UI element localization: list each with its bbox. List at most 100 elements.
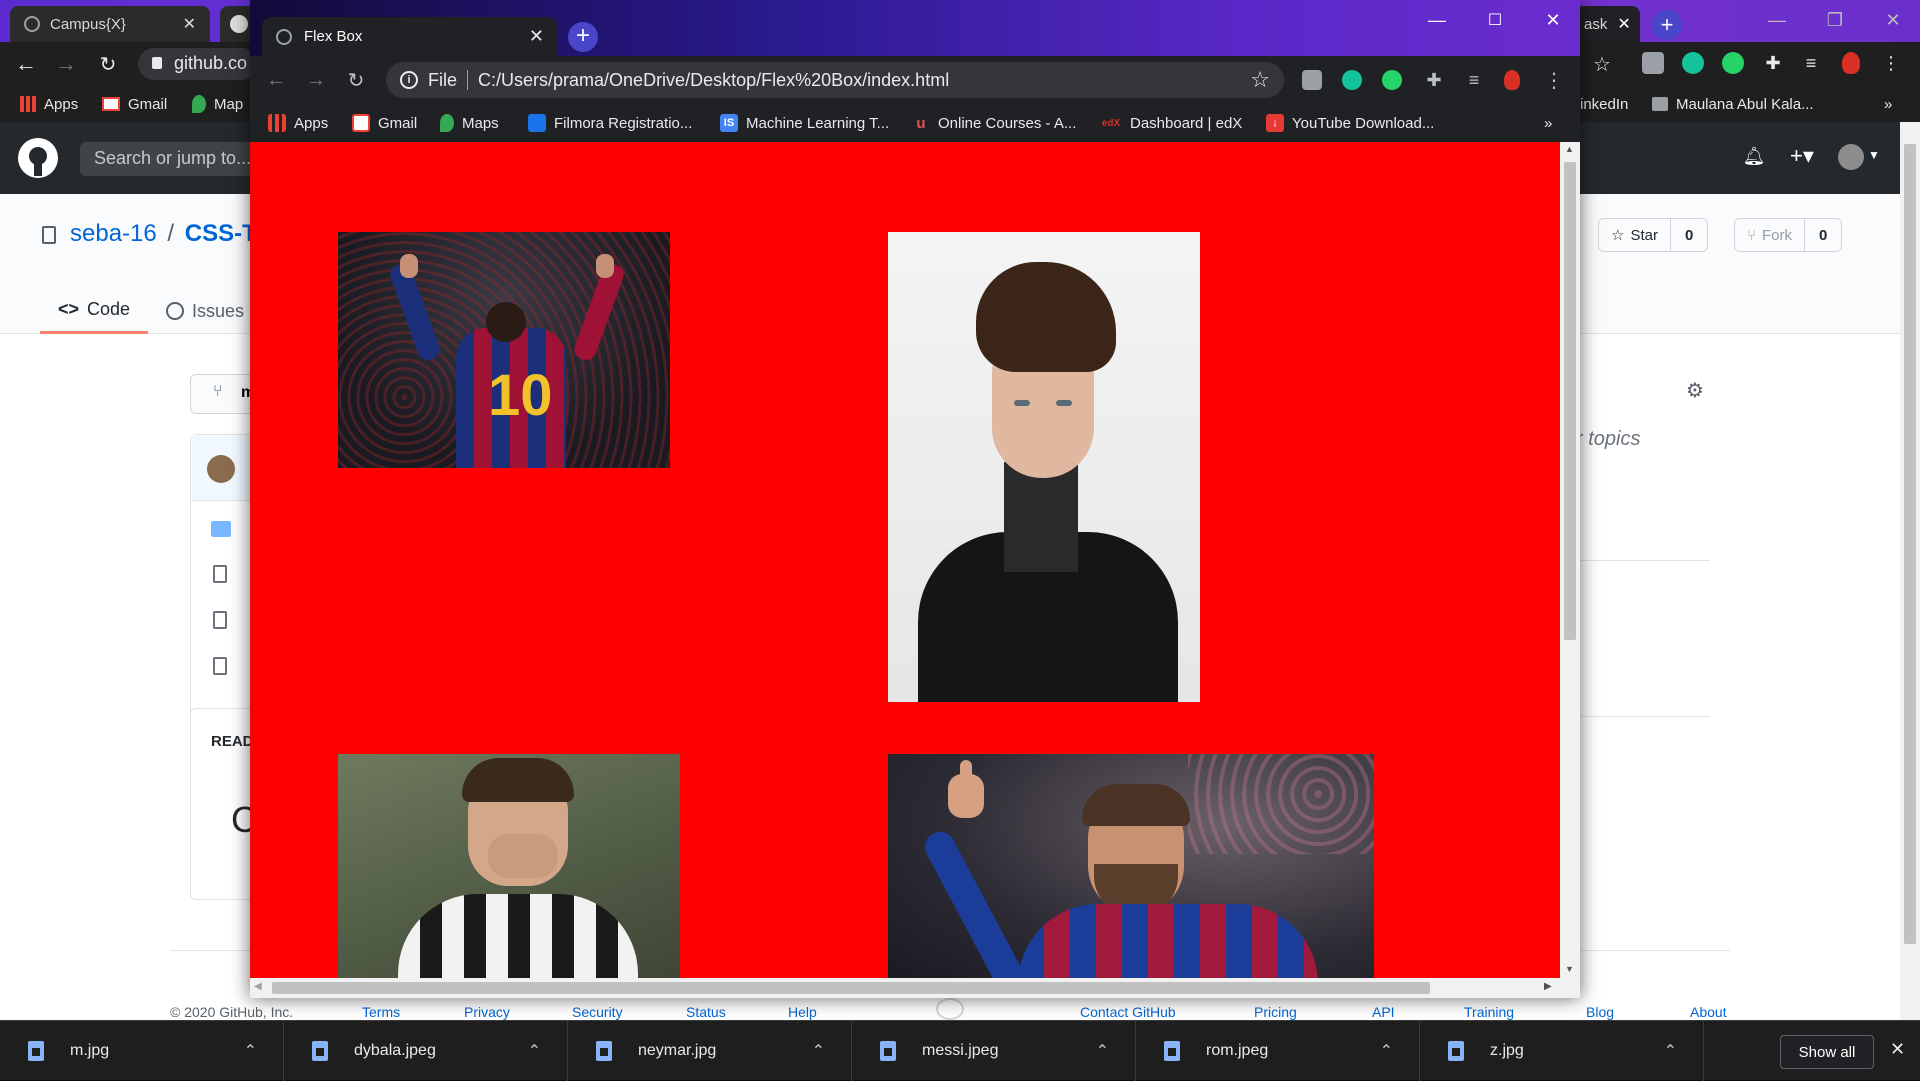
bookmarks-overflow[interactable]: » xyxy=(1544,104,1552,142)
whatsapp-icon[interactable] xyxy=(1382,70,1402,90)
footer-link-contact[interactable]: Contact GitHub xyxy=(1080,1004,1176,1020)
scrollbar-thumb[interactable] xyxy=(1904,144,1916,944)
flame-extension-icon[interactable] xyxy=(1842,52,1860,74)
back-icon[interactable]: ← xyxy=(264,68,288,92)
chevron-up-icon[interactable]: ⌃ xyxy=(528,1041,541,1061)
media-queue-icon[interactable]: ≡ xyxy=(1800,52,1822,74)
scrollbar-thumb[interactable] xyxy=(1564,162,1576,640)
fork-button[interactable]: ⑂ Fork 0 xyxy=(1734,218,1843,252)
chevron-up-icon[interactable]: ⌃ xyxy=(1664,1041,1677,1061)
close-window-icon[interactable]: ✕ xyxy=(1524,0,1580,40)
chevron-up-icon[interactable]: ⌃ xyxy=(244,1041,257,1061)
footer-link-blog[interactable]: Blog xyxy=(1586,1004,1614,1020)
forward-icon[interactable]: → xyxy=(304,68,328,92)
vertical-scrollbar[interactable]: ▲ ▼ xyxy=(1560,142,1580,978)
horizontal-scrollbar[interactable]: ◀ ▶ xyxy=(250,978,1580,998)
bookmark-linkedin[interactable]: inkedIn xyxy=(1580,86,1628,122)
bookmark-filmora[interactable]: Filmora Registratio... xyxy=(528,104,692,142)
chevron-down-icon[interactable]: ▼ xyxy=(1868,148,1880,162)
footer-link-training[interactable]: Training xyxy=(1464,1004,1514,1020)
footer-link-terms[interactable]: Terms xyxy=(362,1004,400,1020)
download-item[interactable]: messi.jpeg ⌃ xyxy=(852,1021,1136,1081)
address-bar[interactable]: i File C:/Users/prama/OneDrive/Desktop/F… xyxy=(386,62,1284,98)
download-item[interactable]: dybala.jpeg ⌃ xyxy=(284,1021,568,1081)
grammarly-icon[interactable] xyxy=(1342,70,1362,90)
extension-icon[interactable] xyxy=(1302,70,1322,90)
grammarly-icon[interactable] xyxy=(1682,52,1704,74)
footer-link-about[interactable]: About xyxy=(1690,1004,1727,1020)
active-tab[interactable]: Flex Box ✕ xyxy=(262,17,558,56)
bookmark-maps[interactable]: Maps xyxy=(440,104,499,142)
star-bookmark-icon[interactable]: ☆ xyxy=(1250,67,1270,93)
avatar[interactable] xyxy=(1838,144,1864,170)
minimize-icon[interactable]: — xyxy=(1408,0,1466,40)
bookmark-youtube-download[interactable]: ↓ YouTube Download... xyxy=(1266,104,1434,142)
background-scrollbar[interactable] xyxy=(1900,122,1920,1020)
close-icon[interactable]: ✕ xyxy=(183,14,196,34)
bookmark-gmail[interactable]: Gmail xyxy=(352,104,417,142)
bookmark-gmail[interactable]: Gmail xyxy=(102,86,167,122)
avatar[interactable] xyxy=(207,455,235,483)
chevron-up-icon[interactable]: ⌃ xyxy=(812,1041,825,1061)
bookmark-maps[interactable]: Map xyxy=(192,86,243,122)
download-item[interactable]: m.jpg ⌃ xyxy=(0,1021,284,1081)
restore-icon[interactable]: ❐ xyxy=(1806,0,1864,40)
whatsapp-icon[interactable] xyxy=(1722,52,1744,74)
scroll-left-arrow-icon[interactable]: ◀ xyxy=(254,981,262,992)
bookmark-apps[interactable]: Apps xyxy=(268,104,328,142)
extension-icon[interactable] xyxy=(1642,52,1664,74)
back-icon[interactable]: ← xyxy=(14,51,38,76)
extensions-puzzle-icon[interactable]: ✚ xyxy=(1762,52,1784,74)
footer-link-status[interactable]: Status xyxy=(686,1004,726,1020)
star-button[interactable]: ☆ Star 0 xyxy=(1598,218,1709,252)
scroll-right-arrow-icon[interactable]: ▶ xyxy=(1544,981,1552,992)
menu-kebab-icon[interactable]: ⋮ xyxy=(1542,68,1566,92)
tab-issues[interactable]: Issues xyxy=(166,288,244,334)
show-all-button[interactable]: Show all xyxy=(1780,1035,1874,1069)
bell-notifications-icon[interactable]: 🔔︎ xyxy=(1742,144,1766,168)
media-queue-icon[interactable]: ≡ xyxy=(1462,68,1486,92)
github-logo-icon[interactable] xyxy=(18,138,58,178)
download-item[interactable]: neymar.jpg ⌃ xyxy=(568,1021,852,1081)
bookmark-machine-learning[interactable]: IS Machine Learning T... xyxy=(720,104,889,142)
create-new-plus-icon[interactable]: +▾ xyxy=(1782,142,1822,170)
scroll-up-arrow-icon[interactable]: ▲ xyxy=(1565,144,1574,154)
extensions-puzzle-icon[interactable]: ✚ xyxy=(1422,68,1446,92)
footer-link-security[interactable]: Security xyxy=(572,1004,623,1020)
close-shelf-icon[interactable]: ✕ xyxy=(1890,1039,1905,1060)
footer-link-help[interactable]: Help xyxy=(788,1004,817,1020)
footer-link-privacy[interactable]: Privacy xyxy=(464,1004,510,1020)
star-bookmark-icon[interactable]: ☆ xyxy=(1590,52,1614,76)
forward-icon[interactable]: → xyxy=(54,51,78,76)
close-window-icon[interactable]: ✕ xyxy=(1864,0,1920,40)
bookmark-online-courses[interactable]: u Online Courses - A... xyxy=(912,104,1076,142)
background-address-bar[interactable]: github.co xyxy=(138,48,258,80)
bookmark-maulana[interactable]: Maulana Abul Kala... xyxy=(1652,86,1814,122)
repo-owner-link[interactable]: seba-16 xyxy=(70,220,157,247)
background-tab-task[interactable]: ask ✕ xyxy=(1570,6,1640,42)
maximize-icon[interactable]: ☐ xyxy=(1466,0,1524,40)
download-item[interactable]: rom.jpeg ⌃ xyxy=(1136,1021,1420,1081)
tab-code[interactable]: <> Code xyxy=(40,288,148,334)
github-mark-icon[interactable] xyxy=(936,998,964,1020)
new-tab-button[interactable]: + xyxy=(1652,10,1682,40)
scroll-down-arrow-icon[interactable]: ▼ xyxy=(1565,964,1574,974)
menu-kebab-icon[interactable]: ⋮ xyxy=(1880,52,1902,74)
footer-link-pricing[interactable]: Pricing xyxy=(1254,1004,1297,1020)
bookmark-overflow[interactable]: » xyxy=(1884,86,1892,122)
close-icon[interactable]: ✕ xyxy=(1617,14,1630,34)
bookmark-edx[interactable]: edX Dashboard | edX xyxy=(1100,104,1242,142)
close-tab-icon[interactable]: ✕ xyxy=(529,26,544,47)
footer-link-api[interactable]: API xyxy=(1372,1004,1395,1020)
reload-icon[interactable]: ↻ xyxy=(96,52,120,76)
download-item[interactable]: z.jpg ⌃ xyxy=(1420,1021,1704,1081)
chevron-up-icon[interactable]: ⌃ xyxy=(1380,1041,1393,1061)
reload-icon[interactable]: ↻ xyxy=(344,68,368,92)
flame-extension-icon[interactable] xyxy=(1504,70,1520,90)
background-tab-campusx[interactable]: Campus{X} ✕ xyxy=(10,6,210,42)
gear-icon[interactable]: ⚙ xyxy=(1686,378,1704,403)
bookmark-apps[interactable]: Apps xyxy=(20,86,78,122)
new-tab-button[interactable]: + xyxy=(568,22,598,52)
minimize-icon[interactable]: — xyxy=(1748,0,1806,40)
chevron-up-icon[interactable]: ⌃ xyxy=(1096,1041,1109,1061)
